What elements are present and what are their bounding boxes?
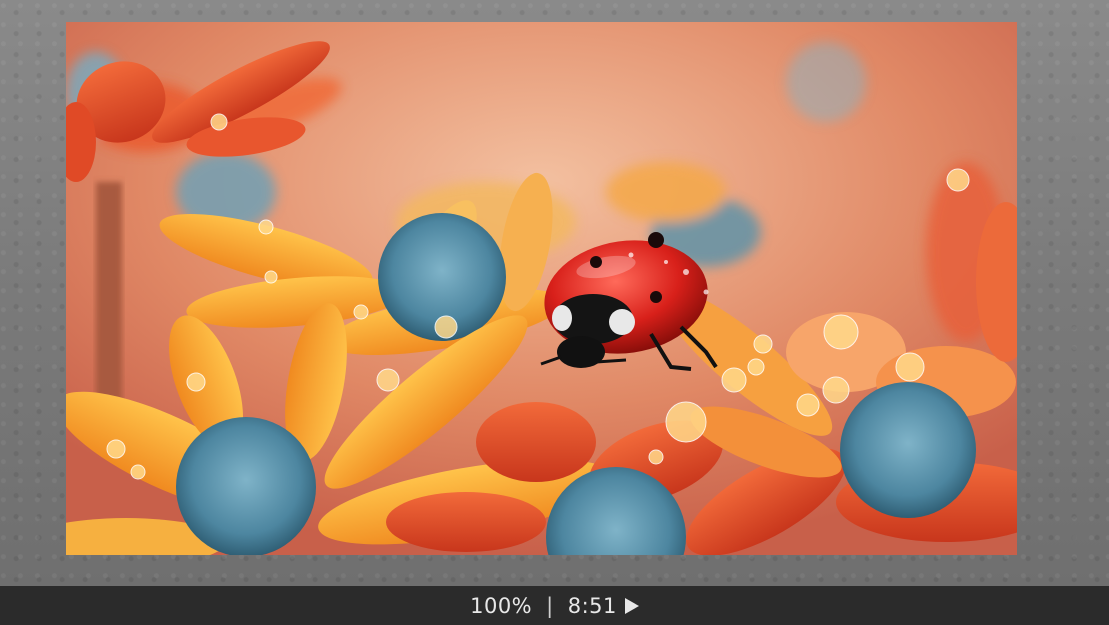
play-icon[interactable] <box>624 597 639 614</box>
photo-ladybug-on-flowers <box>66 22 1017 555</box>
time-display: 8:51 <box>567 593 617 618</box>
zoom-level[interactable]: 100% <box>470 594 532 618</box>
status-separator: | <box>546 593 554 618</box>
status-bar: 100% | 8:51 <box>0 586 1109 625</box>
image-viewer-canvas <box>0 0 1109 586</box>
